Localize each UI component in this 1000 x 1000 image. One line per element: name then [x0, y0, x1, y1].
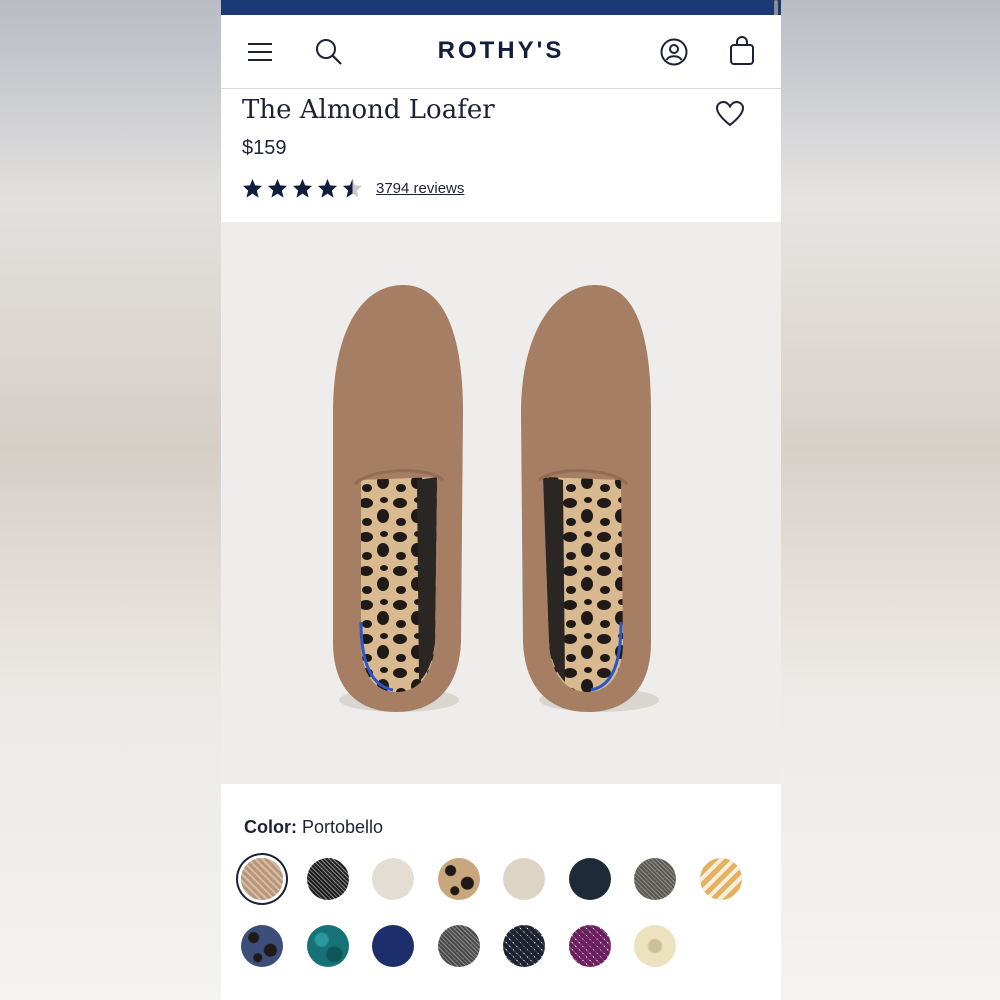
product-title: The Almond Loafer: [242, 95, 495, 125]
color-label-prefix: Color:: [244, 817, 297, 837]
product-price: $159: [242, 137, 287, 159]
color-swatch[interactable]: [306, 925, 349, 967]
star-icon: [317, 178, 338, 198]
color-swatch[interactable]: [503, 925, 545, 967]
loafers-image: [333, 285, 659, 712]
color-swatch[interactable]: [699, 858, 742, 900]
rating-stars: [242, 178, 363, 198]
color-swatch[interactable]: [437, 858, 480, 900]
star-icon: [267, 178, 288, 198]
selected-color-name: Portobello: [302, 817, 384, 837]
half-star-icon: [342, 178, 363, 198]
reviews-link[interactable]: 3794 reviews: [376, 180, 464, 197]
color-swatch[interactable]: [372, 925, 414, 967]
product-image[interactable]: [221, 222, 781, 784]
mobile-page: ROTHY'S The Almond Loafer $159 3794 revi…: [221, 0, 781, 1000]
color-label: Color: Portobello: [244, 817, 383, 838]
top-status-bar: [221, 0, 781, 15]
color-swatch[interactable]: [306, 858, 349, 900]
color-swatch[interactable]: [241, 858, 283, 900]
brand-logo[interactable]: ROTHY'S: [221, 37, 781, 65]
background-blur-left: [0, 0, 221, 1000]
color-swatch[interactable]: [372, 858, 414, 900]
shopping-bag-icon[interactable]: [727, 35, 757, 67]
color-swatch[interactable]: [568, 925, 611, 967]
star-icon: [292, 178, 313, 198]
account-icon[interactable]: [659, 37, 689, 67]
color-swatch[interactable]: [568, 858, 611, 900]
background-blur-right: [781, 0, 1000, 1000]
star-icon: [242, 178, 263, 198]
color-swatch[interactable]: [634, 925, 676, 967]
color-swatch[interactable]: [437, 925, 480, 967]
color-swatch[interactable]: [241, 925, 283, 967]
site-header: ROTHY'S: [221, 15, 781, 89]
color-swatch[interactable]: [634, 858, 676, 900]
color-swatch[interactable]: [503, 858, 545, 900]
heart-icon[interactable]: [715, 100, 745, 133]
